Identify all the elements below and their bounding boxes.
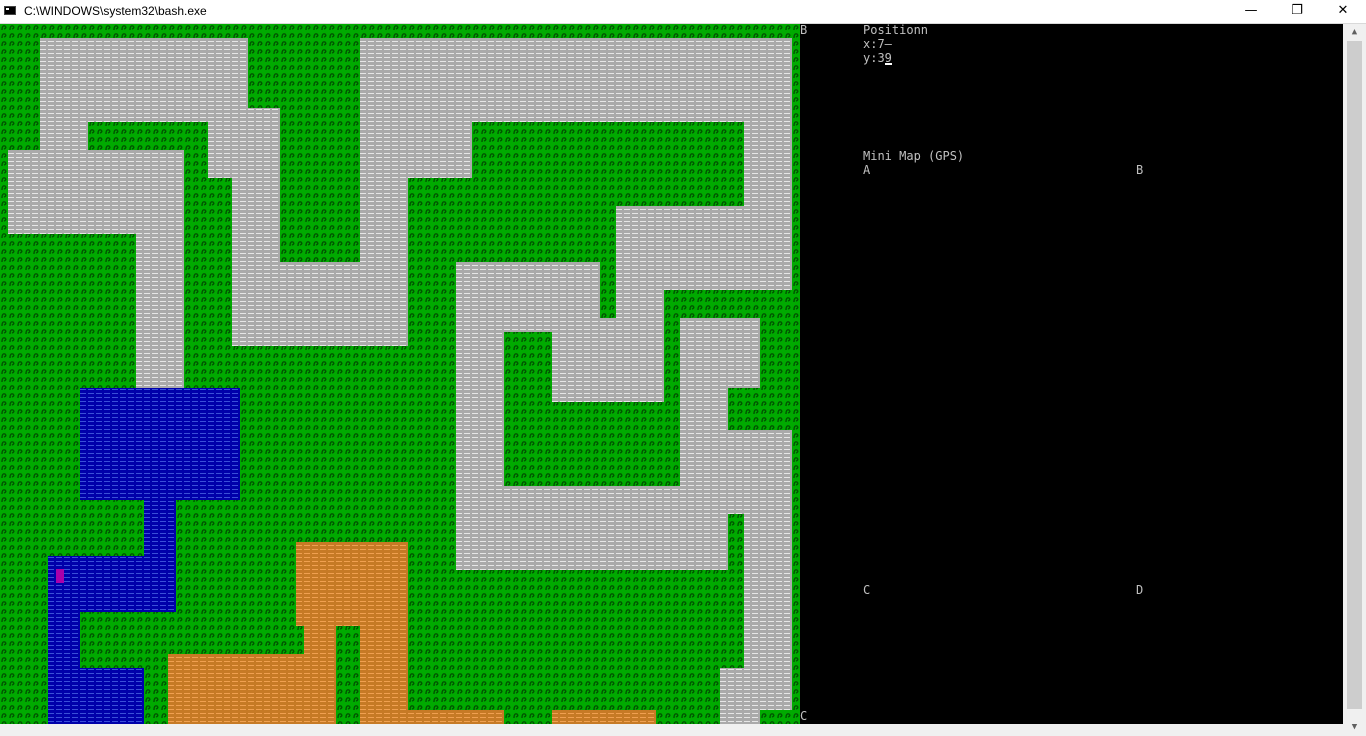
road-segment: [360, 38, 792, 122]
window-title: C:\WINDOWS\system32\bash.exe: [24, 4, 207, 18]
position-x: x:7–: [863, 37, 892, 51]
minimize-button[interactable]: —: [1228, 0, 1274, 23]
road-segment: [552, 332, 664, 402]
sand-segment: [304, 626, 336, 654]
road-segment: [232, 178, 280, 262]
sand-segment: [360, 710, 504, 724]
road-segment: [744, 514, 792, 668]
sand-segment: [168, 654, 336, 724]
minimap-corner-a: A: [863, 163, 871, 177]
road-segment: [680, 388, 728, 430]
sand-segment: [360, 626, 408, 710]
road-segment: [360, 122, 472, 178]
road-segment: [40, 38, 248, 108]
window-titlebar[interactable]: C:\WINDOWS\system32\bash.exe — ❐ ✕: [0, 0, 1366, 24]
road-segment: [616, 206, 792, 290]
water-segment: [48, 612, 80, 668]
position-title: Positionn: [863, 24, 929, 37]
console-icon: [4, 6, 16, 15]
close-button[interactable]: ✕: [1320, 0, 1366, 23]
console-area[interactable]: B C Positionn x:7– y:39 Mini Map (GPS) A…: [0, 24, 1343, 724]
road-segment: [8, 150, 184, 234]
road-segment: [456, 318, 664, 332]
road-segment: [456, 262, 600, 318]
water-segment: [80, 388, 240, 500]
road-segment: [40, 122, 88, 150]
text-cursor: [884, 63, 892, 65]
map-corner-c-label: C: [800, 709, 808, 723]
water-segment: [48, 668, 144, 724]
road-segment: [456, 332, 504, 570]
minimap-corner-c: C: [863, 583, 871, 597]
road-segment: [680, 430, 792, 486]
road-segment: [680, 318, 760, 388]
vertical-scrollbar[interactable]: ▲ ▼: [1343, 24, 1366, 736]
road-segment: [360, 178, 408, 262]
sand-segment: [296, 542, 408, 626]
minimap-corner-b: B: [1136, 163, 1144, 177]
maximize-button[interactable]: ❐: [1274, 0, 1320, 23]
window-bottom-edge: [0, 724, 1343, 736]
minimap-corner-d: D: [1136, 583, 1144, 597]
road-segment: [720, 710, 760, 724]
road-segment: [616, 290, 664, 318]
scrollbar-thumb[interactable]: [1347, 41, 1362, 709]
road-segment: [504, 486, 792, 514]
road-segment: [744, 122, 792, 206]
game-map: [0, 24, 800, 724]
road-segment: [136, 234, 184, 388]
player-marker: [56, 569, 64, 583]
road-segment: [208, 122, 280, 178]
road-segment: [504, 514, 728, 570]
water-segment: [144, 500, 176, 556]
road-segment: [40, 108, 280, 122]
road-segment: [232, 262, 408, 346]
map-corner-b-label: B: [800, 24, 808, 37]
water-segment: [48, 556, 176, 612]
minimap-title: Mini Map (GPS): [863, 149, 965, 163]
position-y: y:39: [863, 51, 892, 65]
sand-segment: [552, 710, 656, 724]
scroll-up-arrow-icon[interactable]: ▲: [1343, 24, 1366, 41]
road-segment: [720, 668, 792, 710]
scroll-down-arrow-icon[interactable]: ▼: [1343, 719, 1366, 736]
